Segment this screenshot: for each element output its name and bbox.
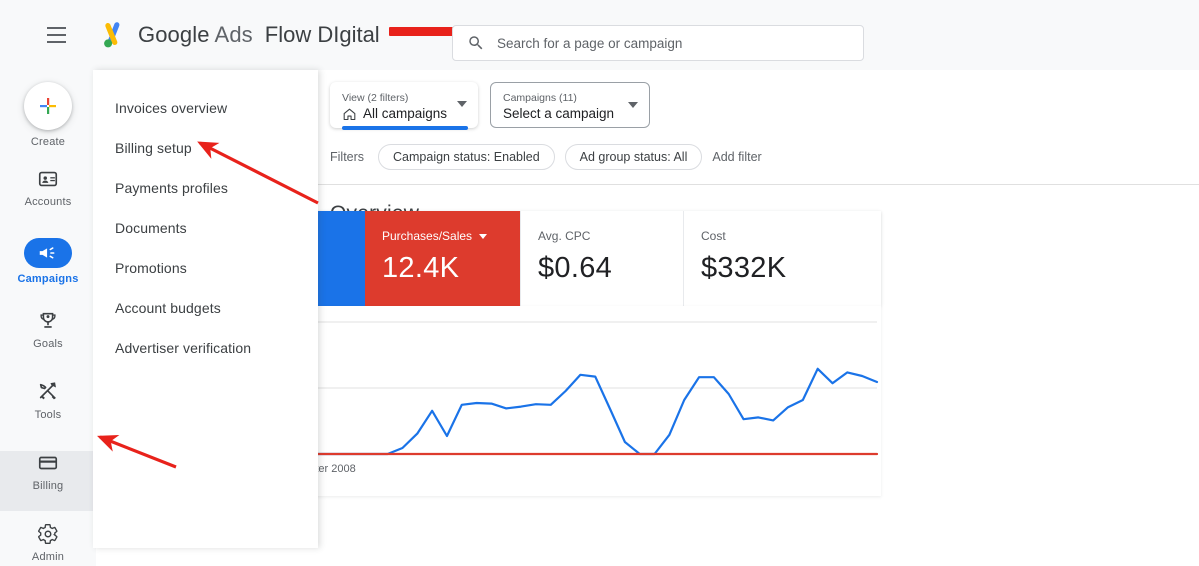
billing-submenu-flyout: Invoices overview Billing setup Payments… [93, 70, 318, 548]
flyout-item-payments-profiles[interactable]: Payments profiles [93, 168, 318, 208]
sidebar-item-goals[interactable]: Goals [0, 309, 96, 369]
google-ads-logo [100, 21, 128, 49]
filter-chip-campaign-status[interactable]: Campaign status: Enabled [378, 144, 555, 170]
sidebar-label-admin: Admin [31, 551, 65, 563]
brand-google: Google [138, 22, 210, 47]
flyout-label: Billing setup [115, 140, 192, 156]
sidebar-label-create: Create [30, 136, 66, 148]
add-filter-button[interactable]: Add filter [712, 150, 761, 164]
metric-value: $332K [701, 252, 787, 284]
metric-value: $0.64 [538, 252, 613, 284]
flyout-item-promotions[interactable]: Promotions [93, 248, 318, 288]
sidebar-item-accounts[interactable]: Accounts [0, 167, 96, 227]
metric-chevron-down-icon[interactable] [479, 233, 488, 239]
tools-icon [36, 380, 60, 404]
selector-bar: View (2 filters) All campaigns Campaigns… [318, 70, 1199, 140]
flyout-label: Promotions [115, 260, 187, 276]
search-input[interactable]: Search for a page or campaign [452, 25, 864, 61]
campaign-selector-value: Select a campaign [503, 106, 615, 121]
sidebar-label-tools: Tools [34, 409, 62, 421]
sidebar-item-create[interactable]: Create [0, 82, 96, 156]
flyout-label: Account budgets [115, 300, 221, 316]
filters-label: Filters [330, 150, 365, 164]
metric-card-label-row: Avg. CPC [538, 229, 683, 243]
campaign-selector-top-label: Campaigns (11) [503, 92, 577, 104]
view-selector-chevron-down-icon[interactable] [457, 101, 467, 107]
sidebar-label-billing: Billing [32, 480, 64, 492]
filter-chip-label: Campaign status: Enabled [393, 150, 540, 164]
campaign-selector-value-row: Select a campaign [503, 105, 637, 123]
flyout-item-advertiser-verification[interactable]: Advertiser verification [93, 328, 318, 368]
flyout-item-documents[interactable]: Documents [93, 208, 318, 248]
sidebar-item-admin[interactable]: Admin [0, 522, 96, 566]
create-fab[interactable] [24, 82, 72, 130]
filter-chip-ad-group-status[interactable]: Ad group status: All [564, 144, 703, 170]
campaign-selector-chevron-down-icon[interactable] [628, 102, 638, 108]
filter-chip-label: Ad group status: All [579, 150, 688, 164]
metric-label: Avg. CPC [538, 229, 591, 243]
sidebar-item-tools[interactable]: Tools [0, 380, 96, 440]
flyout-item-billing-setup[interactable]: Billing setup [93, 128, 318, 168]
sidebar-label-goals: Goals [33, 338, 63, 350]
megaphone-icon [39, 247, 55, 259]
flyout-label: Invoices overview [115, 100, 228, 116]
flyout-label: Advertiser verification [115, 340, 252, 356]
brand-area: Google Ads Flow DIgital [100, 21, 479, 49]
account-name: Flow DIgital [264, 22, 380, 47]
brand-title: Google Ads [138, 22, 253, 48]
search-placeholder: Search for a page or campaign [497, 35, 683, 51]
view-selector-value-row: All campaigns [342, 105, 466, 123]
campaigns-active-pill [24, 238, 72, 268]
top-bar: Google Ads Flow DIgital Search for a pag… [0, 0, 1199, 70]
brand-ads: Ads [214, 22, 253, 47]
flyout-label: Documents [115, 220, 187, 236]
sidebar-item-billing[interactable]: Billing [0, 451, 96, 511]
flyout-label: Payments profiles [115, 180, 228, 196]
view-selector-top-label: View (2 filters) [342, 92, 409, 104]
metric-card-avg-cpc[interactable]: Avg. CPC $0.64 [520, 211, 683, 306]
search-icon [469, 36, 483, 50]
campaign-selector[interactable]: Campaigns (11) Select a campaign [490, 82, 650, 128]
view-selector-value: All campaigns [363, 106, 448, 121]
view-selector[interactable]: View (2 filters) All campaigns [330, 82, 478, 130]
sidebar-label-accounts: Accounts [24, 196, 72, 208]
metric-card-label-row: Purchases/Sales [382, 229, 520, 243]
sidebar-label-campaigns: Campaigns [17, 273, 79, 285]
trophy-icon [36, 309, 60, 333]
filter-bar: Filters Campaign status: Enabled Ad grou… [318, 140, 1199, 174]
plus-icon [40, 98, 56, 114]
metric-value: 12.4K [382, 252, 460, 284]
metric-card-purchases-sales[interactable]: Purchases/Sales 12.4K [365, 211, 520, 306]
google-ads-app: Google Ads Flow DIgital Search for a pag… [0, 0, 1199, 566]
metric-card-label-row: Cost [701, 229, 846, 243]
flyout-item-invoices-overview[interactable]: Invoices overview [93, 88, 318, 128]
metric-label: Cost [701, 229, 726, 243]
hamburger-icon[interactable] [34, 13, 78, 57]
sidebar-item-campaigns[interactable]: Campaigns [0, 238, 96, 298]
accounts-card-icon [36, 167, 60, 191]
credit-card-icon [36, 451, 60, 475]
left-navigation-rail: Create Accounts Campaigns Goals Tools Bi… [0, 70, 96, 566]
metric-card-cost[interactable]: Cost $332K [683, 211, 846, 306]
metric-label: Purchases/Sales [382, 229, 473, 243]
gear-icon [36, 522, 60, 546]
flyout-item-account-budgets[interactable]: Account budgets [93, 288, 318, 328]
home-icon [343, 108, 356, 120]
